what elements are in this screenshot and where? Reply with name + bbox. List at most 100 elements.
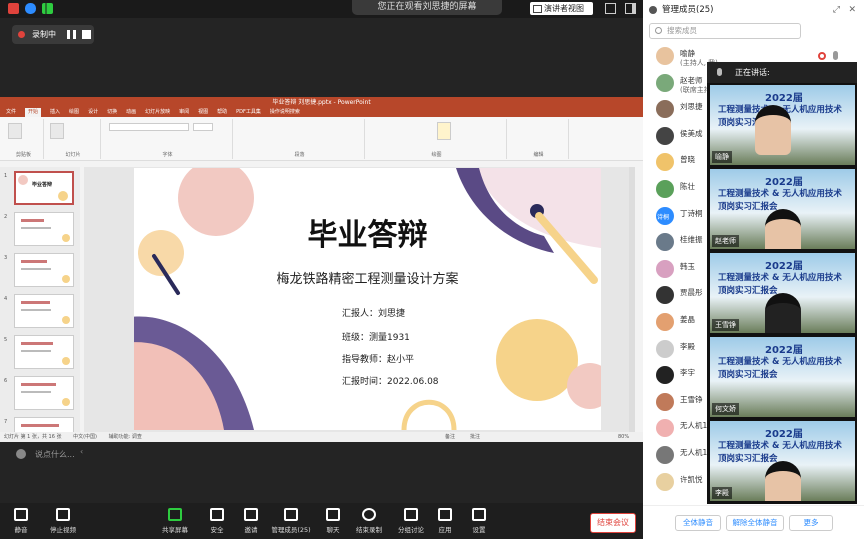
avatar bbox=[656, 233, 674, 252]
stop-recording-button[interactable]: 结束录制 bbox=[348, 508, 390, 534]
video-tile[interactable]: 2022届工程测量技术 & 无人机应用技术顶岗实习汇报会喻静 bbox=[710, 85, 855, 165]
layout-icon[interactable] bbox=[605, 3, 616, 14]
panel-title: 管理成员(25) bbox=[662, 5, 714, 15]
stop-recording-icon[interactable] bbox=[82, 30, 91, 39]
ribbon-tab[interactable]: 设计 bbox=[88, 108, 98, 117]
vertical-scrollbar[interactable] bbox=[629, 167, 635, 432]
avatar bbox=[656, 313, 674, 331]
ribbon-tab[interactable]: 开始 bbox=[25, 108, 42, 117]
collapse-chat-icon[interactable]: ‹ bbox=[80, 447, 83, 456]
toolbar-label: 聊天 bbox=[326, 526, 340, 534]
slide-count-status: 幻灯片 第 1 张，共 16 张 bbox=[4, 434, 62, 440]
avatar bbox=[656, 392, 674, 411]
slide-thumbnail[interactable] bbox=[14, 376, 74, 410]
avatar: 诗桐 bbox=[656, 206, 674, 225]
slide-thumbnail[interactable] bbox=[14, 253, 74, 287]
ribbon-group-clipboard: 剪贴板 bbox=[4, 119, 44, 159]
share-screen-button[interactable]: 共享屏幕 bbox=[154, 508, 196, 534]
participants-icon bbox=[284, 508, 298, 521]
banner-year: 2022届 bbox=[765, 93, 803, 104]
slide-thumbnail-pane: 1 毕业答辩 2 3 4 5 6 7 bbox=[0, 167, 80, 432]
record-icon bbox=[362, 508, 376, 521]
ribbon-tab[interactable]: 插入 bbox=[50, 108, 60, 117]
participants-icon bbox=[649, 6, 657, 14]
toolbar-label: 应用 bbox=[438, 526, 452, 534]
slide-teacher: 指导教师：赵小平 bbox=[342, 355, 415, 365]
view-mode-dropdown[interactable]: 演讲者视图 bbox=[530, 2, 593, 15]
video-name-label: 李殿 bbox=[712, 487, 732, 499]
emoji-icon[interactable] bbox=[16, 449, 26, 459]
comments-button[interactable]: 批注 bbox=[470, 432, 480, 442]
notes-button[interactable]: 备注 bbox=[445, 432, 455, 442]
recording-indicator: 录制中 bbox=[12, 25, 94, 44]
mute-all-button[interactable]: 全体静音 bbox=[675, 515, 721, 531]
participant-face bbox=[765, 293, 801, 333]
unmute-all-button[interactable]: 解除全体静音 bbox=[726, 515, 784, 531]
ribbon-tab[interactable]: 审阅 bbox=[179, 108, 189, 117]
slide-number: 1 bbox=[4, 173, 8, 179]
popout-icon[interactable]: ⤢ bbox=[833, 0, 840, 20]
slide-thumbnail[interactable] bbox=[14, 294, 74, 328]
video-gallery: 正在讲话: 2022届工程测量技术 & 无人机应用技术顶岗实习汇报会喻静2022… bbox=[707, 62, 857, 504]
close-icon[interactable]: ✕ bbox=[848, 0, 856, 20]
accessibility-status[interactable]: 辅助功能: 调查 bbox=[109, 434, 142, 440]
shared-powerpoint-window: 毕业答辩 刘思捷.pptx - PowerPoint 文件 开始 插入 绘图 设计 切换动… bbox=[0, 97, 643, 442]
slide-thumbnail[interactable] bbox=[14, 417, 74, 432]
meeting-main-area: 您正在观看刘思捷的屏幕 演讲者视图 录制中 毕业答辩 刘思捷.pptx - Po… bbox=[0, 0, 643, 539]
ribbon-tab[interactable]: 文件 bbox=[6, 108, 16, 117]
more-button[interactable]: 更多 bbox=[789, 515, 833, 531]
member-name: 韩玉 bbox=[680, 261, 695, 271]
ribbon-tab[interactable]: 幻灯片放映 bbox=[145, 108, 170, 117]
slide-thumbnail[interactable] bbox=[14, 212, 74, 246]
ribbon-tab[interactable]: 动画 bbox=[126, 108, 136, 117]
settings-button[interactable]: 设置 bbox=[458, 508, 500, 534]
video-name-label: 喻静 bbox=[712, 151, 732, 163]
avatar bbox=[656, 259, 674, 278]
banner-line-2: 顶岗实习汇报会 bbox=[718, 202, 778, 212]
slide-title: 毕业答辩 bbox=[307, 218, 428, 253]
ribbon-tab[interactable]: 绘图 bbox=[69, 108, 79, 117]
panel-toggle-icon[interactable] bbox=[625, 3, 636, 14]
ribbon-tab[interactable]: 帮助 bbox=[217, 108, 227, 117]
toolbar-label: 邀请 bbox=[244, 526, 258, 534]
stop-video-button[interactable]: 停止视频 bbox=[42, 508, 84, 534]
invite-icon bbox=[244, 508, 258, 521]
avatar bbox=[656, 286, 674, 305]
member-name: 丁诗桐 bbox=[680, 208, 703, 218]
ribbon-tab[interactable]: 操作说明搜索 bbox=[270, 108, 300, 117]
manage-participants-button[interactable]: 管理成员(25) bbox=[270, 508, 312, 534]
banner-year: 2022届 bbox=[765, 345, 803, 356]
video-tile[interactable]: 2022届 工程测量技术 & 无人机应用技术 顶岗实习汇报会 赵老师 bbox=[710, 169, 855, 249]
invite-button[interactable]: 邀请 bbox=[230, 508, 272, 534]
toolbar-label: 设置 bbox=[472, 526, 486, 534]
banner-year: 2022届 bbox=[765, 261, 803, 272]
chat-input-bar[interactable]: 说点什么... ‹ bbox=[0, 442, 643, 466]
ribbon-group-paragraph: 段落 bbox=[235, 119, 365, 159]
mute-button[interactable]: 静音 bbox=[0, 508, 42, 534]
end-meeting-button[interactable]: 结束会议 bbox=[590, 513, 636, 533]
banner-year: 2022届 bbox=[765, 429, 803, 440]
ribbon-tab[interactable]: 视图 bbox=[198, 108, 208, 117]
banner-year: 2022届 bbox=[765, 177, 803, 188]
avatar bbox=[656, 47, 674, 65]
video-tile[interactable]: 2022届 工程测量技术 & 无人机应用技术 顶岗实习汇报会 何文娇 bbox=[710, 337, 855, 417]
ribbon-group-slides: 幻灯片 bbox=[46, 119, 101, 159]
video-tile[interactable]: 2022届 工程测量技术 & 无人机应用技术 顶岗实习汇报会 王雪铮 bbox=[710, 253, 855, 333]
ppt-ribbon-tabs: 文件 开始 插入 绘图 设计 切换 动画 幻灯片放映 审阅 视图 帮助 PDF工具集 操作说明搜索 bbox=[0, 108, 643, 117]
member-search-input[interactable]: 搜索成员 bbox=[649, 23, 801, 39]
avatar bbox=[656, 180, 674, 198]
mic-icon[interactable] bbox=[833, 51, 838, 60]
recording-icon bbox=[818, 52, 826, 60]
member-name: 刘思捷 bbox=[680, 102, 703, 112]
chat-placeholder: 说点什么... bbox=[35, 450, 75, 459]
video-tile[interactable]: 2022届 工程测量技术 & 无人机应用技术 顶岗实习汇报会 李殿 bbox=[710, 421, 855, 501]
slide-decoration-shapes bbox=[134, 168, 601, 430]
ribbon-tab[interactable]: PDF工具集 bbox=[236, 108, 261, 117]
banner-line-1: 工程测量技术 & 无人机应用技术 bbox=[718, 357, 842, 367]
pause-recording-icon[interactable] bbox=[67, 30, 76, 39]
slide-thumbnail[interactable]: 毕业答辩 bbox=[14, 171, 74, 205]
zoom-level[interactable]: 80% bbox=[618, 432, 629, 442]
mic-icon bbox=[14, 508, 28, 521]
ribbon-tab[interactable]: 切换 bbox=[107, 108, 117, 117]
slide-thumbnail[interactable] bbox=[14, 335, 74, 369]
